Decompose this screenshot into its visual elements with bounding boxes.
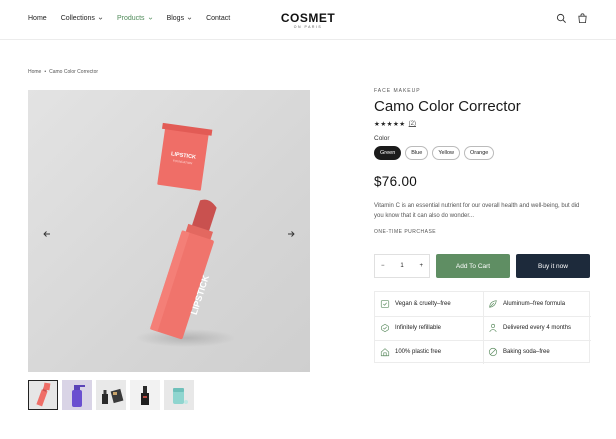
color-option-blue[interactable]: Blue — [405, 146, 429, 160]
purchase-actions: − 1 + Add To Cart Buy it now — [374, 254, 590, 278]
house-icon — [380, 348, 390, 357]
serum-bottle-icon — [141, 386, 149, 405]
quantity-stepper[interactable]: − 1 + — [374, 254, 430, 278]
jar-icon — [173, 388, 188, 404]
product-rating[interactable]: ★★★★★ (2) — [374, 120, 590, 128]
site-header: Home Collections Products Blogs Contact … — [0, 0, 616, 40]
spray-bottle-icon — [72, 385, 85, 407]
color-option-orange[interactable]: Orange — [464, 146, 495, 160]
feature-item: Aluminum–free formula — [488, 299, 565, 309]
quantity-decrease-button[interactable]: − — [381, 263, 385, 269]
product-price: $76.00 — [374, 174, 418, 189]
lipstick-thumb-icon — [36, 382, 51, 407]
product-info: FACE MAKEUP Camo Color Corrector ★★★★★ (… — [374, 88, 590, 235]
feature-item: Vegan & cruelty–free — [380, 299, 451, 309]
feature-item: Baking soda–free — [488, 347, 550, 357]
feature-item: Delivered every 4 months — [488, 323, 571, 333]
logo-tagline: ON PARIS — [293, 25, 323, 29]
feature-label: Infinitely refillable — [395, 325, 442, 331]
product-title: Camo Color Corrector — [374, 98, 521, 115]
delivery-icon — [489, 323, 497, 332]
logo-wordmark: COSMET — [280, 11, 336, 25]
feature-divider — [375, 316, 591, 317]
arrow-left-icon — [43, 231, 50, 237]
color-options: Green Blue Yellow Orange — [374, 146, 590, 160]
feature-label: Vegan & cruelty–free — [395, 301, 451, 307]
no-soda-icon — [488, 347, 498, 357]
product-main-image[interactable]: LIPSTICK FOUNDATION LIPSTICK — [28, 90, 310, 372]
feature-item: Infinitely refillable — [380, 323, 441, 333]
color-label: Color — [374, 135, 390, 142]
search-icon[interactable] — [556, 13, 567, 24]
dropper-bottles-icon — [102, 388, 124, 404]
add-to-cart-button[interactable]: Add To Cart — [436, 254, 510, 278]
breadcrumb-current: Camo Color Corrector — [49, 69, 99, 75]
thumbnail-jar[interactable] — [164, 380, 194, 410]
vegan-icon — [380, 300, 390, 308]
color-option-yellow[interactable]: Yellow — [432, 146, 461, 160]
header-icons — [556, 13, 588, 24]
feature-label: Aluminum–free formula — [503, 301, 566, 307]
feature-label: 100% plastic free — [395, 349, 442, 355]
thumbnail-strip — [28, 380, 194, 410]
site-logo[interactable]: COSMET ON PARIS — [0, 11, 616, 29]
prev-image-button[interactable] — [42, 226, 52, 237]
rating-stars: ★★★★★ — [374, 121, 406, 128]
arrow-right-icon — [288, 231, 295, 237]
refill-icon — [381, 323, 389, 333]
buy-now-button[interactable]: Buy it now — [516, 254, 590, 278]
lipstick-product-image: LIPSTICK FOUNDATION LIPSTICK — [136, 122, 236, 347]
purchase-type-label: ONE-TIME PURCHASE — [374, 229, 437, 235]
product-description: Vitamin C is an essential nutrient for o… — [374, 203, 580, 219]
review-count[interactable]: (2) — [409, 121, 416, 127]
feature-label: Baking soda–free — [503, 349, 550, 355]
thumbnail-spray-bottle[interactable] — [62, 380, 92, 410]
product-features: Vegan & cruelty–free Aluminum–free formu… — [374, 291, 591, 364]
thumbnail-dropper-bottles[interactable] — [96, 380, 126, 410]
feature-label: Delivered every 4 months — [503, 325, 572, 331]
quantity-increase-button[interactable]: + — [419, 263, 423, 269]
color-option-green[interactable]: Green — [374, 146, 402, 160]
feature-divider — [483, 292, 484, 364]
breadcrumb-home[interactable]: Home — [28, 69, 41, 75]
breadcrumb-separator: • — [44, 69, 47, 75]
cart-icon[interactable] — [577, 13, 588, 24]
next-image-button[interactable] — [286, 226, 296, 237]
thumbnail-lipstick[interactable] — [28, 380, 58, 410]
feature-divider — [375, 340, 591, 341]
product-category: FACE MAKEUP — [374, 88, 421, 94]
breadcrumb: Home • Camo Color Corrector — [28, 69, 98, 75]
thumbnail-serum-bottle[interactable] — [130, 380, 160, 410]
quantity-value[interactable]: 1 — [400, 263, 403, 269]
feature-item: 100% plastic free — [380, 347, 441, 357]
leaf-icon — [489, 300, 497, 308]
